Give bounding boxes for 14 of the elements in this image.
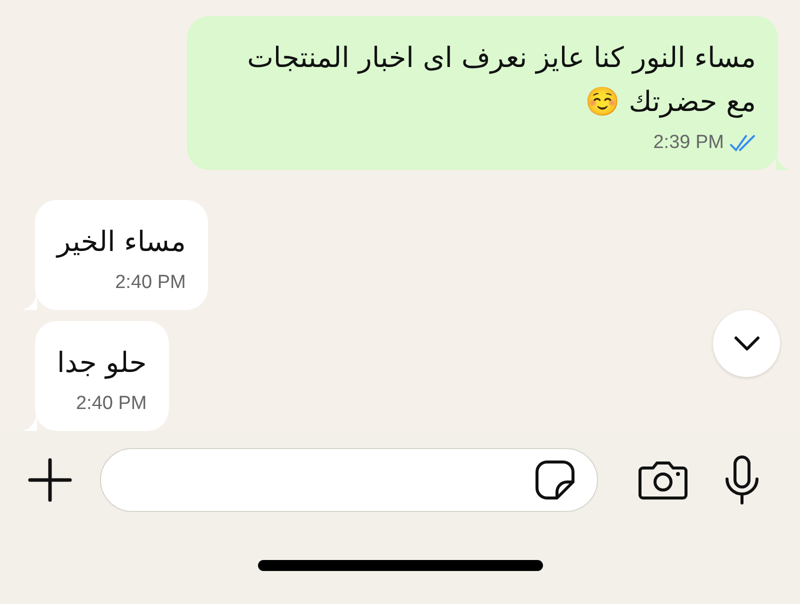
microphone-button[interactable] — [724, 455, 760, 505]
message-text: مساء الخير — [57, 224, 186, 260]
chevron-down-icon — [734, 336, 760, 352]
sticker-icon[interactable] — [535, 460, 575, 500]
message-text: حلو جدا — [57, 345, 147, 381]
message-time: 2:40 PM — [115, 272, 186, 294]
camera-icon — [638, 460, 688, 500]
microphone-icon — [724, 455, 760, 505]
plus-icon — [28, 458, 72, 502]
message-time: 2:40 PM — [76, 393, 147, 415]
message-time: 2:39 PM — [653, 132, 724, 154]
add-button[interactable] — [28, 458, 72, 502]
message-text: مساء النور كنا عايز نعرف اى اخبار المنتجات مع حضرتك ☺ — [246, 40, 756, 120]
camera-button[interactable] — [638, 460, 688, 500]
